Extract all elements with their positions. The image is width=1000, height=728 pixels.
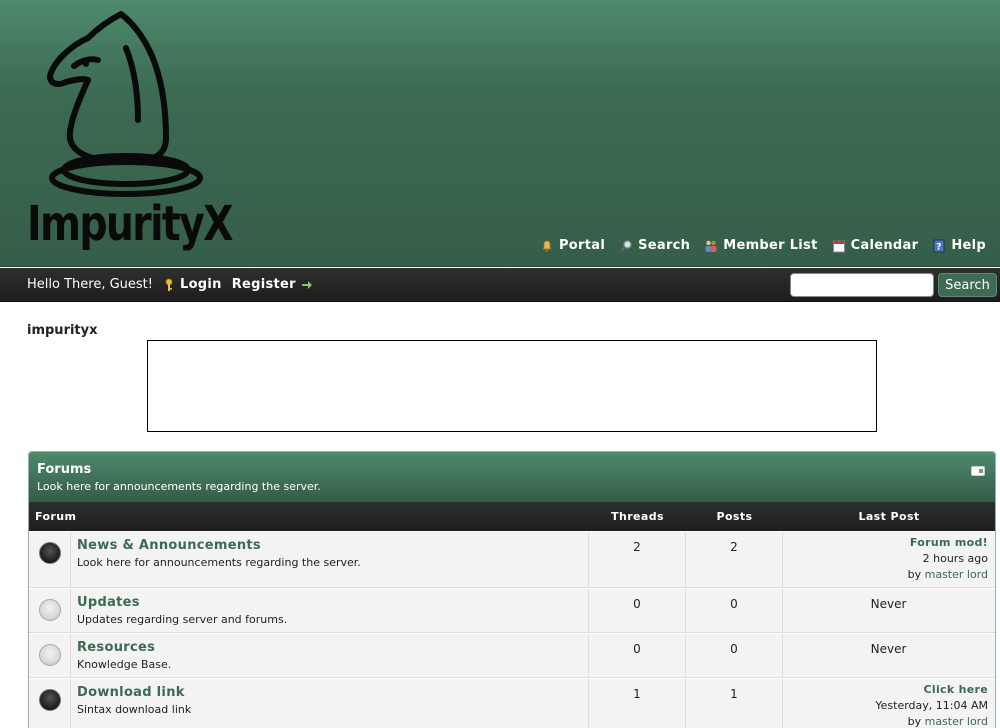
nav-help-label: Help [951, 238, 986, 253]
forum-description: Knowledge Base. [77, 658, 172, 671]
new-posts-icon [38, 542, 61, 564]
last-post-title-link[interactable]: Forum mod! [789, 536, 988, 549]
nav-portal-label: Portal [558, 238, 606, 253]
forum-status-cell [29, 634, 71, 677]
forum-last-post: Never [870, 597, 907, 611]
forum-description: Updates regarding server and forums. [77, 613, 288, 626]
forum-threads-count: 1 [589, 679, 686, 728]
arrow-right-icon [301, 280, 312, 289]
last-post-user-link[interactable]: master lord [925, 568, 988, 581]
forum-info: Resources Knowledge Base. [71, 634, 589, 677]
last-post-author-line: by master lord [789, 715, 988, 728]
collapse-icon[interactable] [971, 466, 985, 476]
forum-last-post: Forum mod! 2 hours ago by master lord [783, 532, 994, 587]
members-icon [705, 240, 717, 252]
nav-portal[interactable]: Portal [540, 238, 605, 253]
new-posts-icon [38, 689, 61, 711]
nav-calendar[interactable]: Calendar [832, 238, 919, 253]
forum-description: Look here for announcements regarding th… [77, 556, 361, 569]
forum-posts-count: 1 [686, 679, 783, 728]
forum-name-link[interactable]: News & Announcements [77, 538, 582, 553]
svg-text:?: ? [937, 242, 943, 252]
top-navigation: Portal Search Member List Calendar ? Hel… [540, 238, 986, 253]
nav-search-label: Search [638, 238, 691, 253]
column-last-post: Last Post [858, 510, 920, 523]
no-new-posts-icon [38, 644, 61, 666]
last-post-author-line: by master lord [789, 568, 988, 581]
forum-status-cell [29, 532, 71, 587]
nav-search[interactable]: Search [619, 238, 690, 253]
magnifier-icon [620, 239, 632, 252]
forum-status-cell [29, 589, 71, 632]
last-post-by: by [907, 568, 922, 581]
forum-row: Updates Updates regarding server and for… [29, 588, 995, 633]
forum-description: Sintax download link [77, 703, 192, 716]
category-description: Look here for announcements regarding th… [37, 480, 321, 493]
forum-posts-count: 0 [686, 634, 783, 677]
category-header: Forums Look here for announcements regar… [29, 452, 995, 502]
register-label: Register [231, 277, 296, 292]
no-new-posts-icon [38, 599, 61, 621]
guest-greeting: Hello There, Guest! [27, 277, 153, 292]
forum-row: Download link Sintax download link 1 1 C… [29, 678, 995, 728]
forum-last-post: Click here Yesterday, 11:04 AM by master… [783, 679, 994, 728]
forum-table: Forums Look here for announcements regar… [28, 451, 996, 728]
forum-info: Download link Sintax download link [71, 679, 589, 728]
column-forum: Forum [35, 510, 77, 523]
search-button[interactable]: Search [938, 273, 997, 297]
forum-posts-count: 0 [686, 589, 783, 632]
header: ImpurityX Portal Search Member List Cale… [0, 0, 1000, 267]
forum-row: News & Announcements Look here for annou… [29, 531, 995, 588]
nav-member-list[interactable]: Member List [704, 238, 817, 253]
category-title[interactable]: Forums [37, 462, 987, 477]
forum-name-link[interactable]: Updates [77, 595, 582, 610]
nav-help[interactable]: ? Help [932, 238, 986, 253]
bell-icon [542, 240, 552, 252]
welcome-block: Hello There, Guest! Login Register [27, 277, 313, 292]
column-header-row: Forum Threads Posts Last Post [29, 502, 995, 531]
login-label: Login [179, 277, 222, 292]
forum-threads-count: 2 [589, 532, 686, 587]
site-name: impurityx [27, 323, 98, 338]
forum-threads-count: 0 [589, 589, 686, 632]
login-link[interactable]: Login [163, 277, 222, 292]
forum-last-post: Never [870, 642, 907, 656]
last-post-time: 2 hours ago [922, 552, 988, 565]
nav-member-list-label: Member List [723, 238, 818, 253]
column-threads: Threads [611, 510, 664, 523]
forum-threads-count: 0 [589, 634, 686, 677]
forum-row: Resources Knowledge Base. 0 0 Never [29, 633, 995, 678]
last-post-title-link[interactable]: Click here [789, 683, 988, 696]
last-post-user-link[interactable]: master lord [925, 715, 988, 728]
last-post-by: by [907, 715, 922, 728]
forum-status-cell [29, 679, 71, 728]
forum-info: News & Announcements Look here for annou… [71, 532, 589, 587]
site-logo-text[interactable]: ImpurityX [27, 196, 233, 252]
forum-name-link[interactable]: Resources [77, 640, 582, 655]
last-post-time: Yesterday, 11:04 AM [875, 699, 988, 712]
forum-name-link[interactable]: Download link [77, 685, 582, 700]
forum-info: Updates Updates regarding server and for… [71, 589, 589, 632]
register-link[interactable]: Register [232, 277, 313, 292]
nav-calendar-label: Calendar [850, 238, 919, 253]
search-input[interactable] [790, 273, 934, 297]
key-icon [165, 278, 173, 291]
ad-box [147, 340, 877, 432]
calendar-icon [832, 239, 845, 252]
forum-posts-count: 2 [686, 532, 783, 587]
help-icon: ? [933, 239, 945, 252]
column-posts: Posts [716, 510, 753, 523]
